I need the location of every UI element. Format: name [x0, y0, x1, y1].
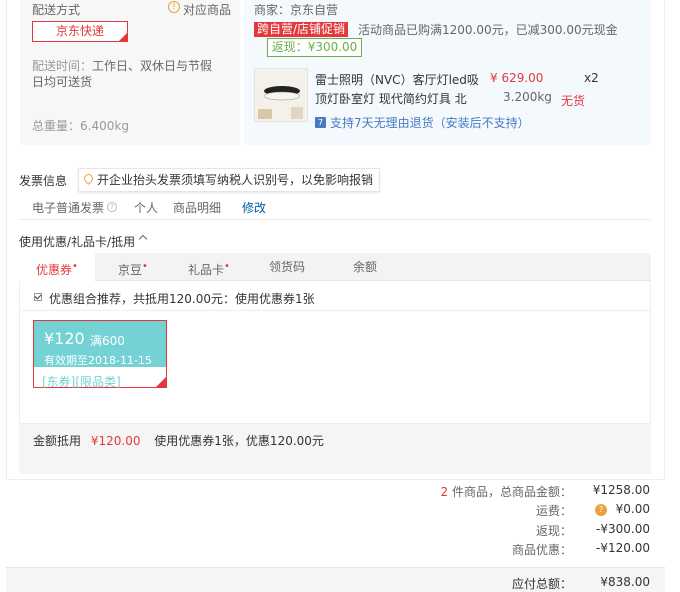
payable-label: 应付总额：: [511, 577, 572, 591]
tab-gift-card[interactable]: 礼品卡•: [171, 253, 247, 281]
rebate-label: 返现：: [535, 524, 572, 538]
divider: [19, 310, 651, 311]
ceiling-lamp-icon: [255, 69, 307, 121]
invoice-title: 发票信息: [19, 174, 68, 188]
tab-coupons[interactable]: 优惠券•: [19, 253, 95, 282]
divider: [19, 219, 651, 220]
coupon-summary: 金额抵用 ¥120.00 使用优惠券1张，优惠120.00元: [33, 432, 324, 449]
shipping-fee-label: 运费：: [535, 504, 572, 518]
coupon-validity: 有效期至2018-11-15: [44, 354, 152, 367]
invoice-type: 电子普通发票: [32, 201, 105, 215]
coupon-condition: 满600: [90, 334, 125, 348]
shipping-fee-value: ¥0.00: [615, 502, 650, 516]
invoice-modify-link[interactable]: 修改: [242, 199, 266, 216]
coupon-card[interactable]: ¥120 满600 有效期至2018-11-15 [东券][限品类]: [33, 320, 167, 389]
combo-recommendation: 优惠组合推荐，共抵用120.00元：使用优惠券1张: [49, 292, 315, 306]
product-price: ¥ 629.00: [490, 71, 544, 85]
shipping-method-label: 京东快递: [55, 24, 104, 38]
items-label: 件商品，总商品金额：: [451, 485, 572, 499]
items-count: 2: [440, 485, 449, 499]
coupon-card-header: ¥120 满600 有效期至2018-11-15: [34, 321, 166, 367]
invoice-tip-text: 开企业抬头发票须填写纳税人识别号，以免影响报销: [97, 173, 374, 187]
return-policy-icon: 7: [315, 117, 326, 128]
tab-jingdou[interactable]: 京豆•: [95, 253, 171, 281]
rebate-value: -¥300.00: [596, 522, 650, 536]
items-total-value: ¥1258.00: [592, 483, 650, 497]
help-icon[interactable]: ?: [107, 202, 117, 212]
coupon-section-title[interactable]: 使用优惠/礼品卡/抵用: [19, 233, 135, 250]
summary-amount: ¥120.00: [90, 434, 141, 448]
tab-balance[interactable]: 余额: [327, 253, 403, 281]
shipping-method-label: 配送方式: [32, 3, 81, 17]
delivery-time: 配送时间：工作日、双休日与节假日均可送货: [32, 58, 222, 90]
discount-value: -¥120.00: [596, 541, 650, 555]
summary-label: 金额抵用: [33, 434, 82, 448]
invoice-tip: 开企业抬头发票须填写纳税人识别号，以免影响报销: [78, 168, 381, 192]
total-weight-label: 总重量：: [32, 119, 81, 133]
stock-status: 无货: [561, 94, 586, 108]
matching-items-link[interactable]: 对应商品: [183, 1, 231, 18]
seller-name: 商家：京东自营: [254, 3, 339, 17]
shipping-method-button[interactable]: 京东快递: [32, 21, 128, 42]
product-name[interactable]: 雷士照明（NVC）客厅灯led吸顶灯卧室灯 现代简约灯具 北: [315, 71, 480, 109]
product-weight: 3.200kg: [503, 90, 552, 104]
warning-icon: !: [168, 1, 180, 13]
total-weight: 总重量：6.400kg: [32, 117, 129, 134]
coupon-tags: [东券][限品类]: [42, 375, 121, 389]
total-weight-value: 6.400kg: [80, 119, 129, 133]
promo-tag: 跨自营/店铺促销: [254, 22, 349, 37]
invoice-detail: 商品明细: [173, 201, 222, 215]
product-image[interactable]: [254, 68, 308, 122]
location-pin-icon: [82, 172, 95, 185]
coupon-amount: ¥120: [44, 329, 85, 348]
rebate-badge: 返现：¥300.00: [267, 38, 362, 57]
discount-label: 商品优惠：: [511, 543, 572, 557]
coupon-tabs: 优惠券• 京豆• 礼品卡• 领货码 余额: [19, 253, 651, 282]
payable-value: ¥838.00: [600, 575, 650, 589]
summary-text: 使用优惠券1张，优惠120.00元: [154, 434, 324, 448]
promo-text: 活动商品已购满1200.00元，已减300.00元现金: [358, 23, 618, 37]
selected-corner-icon: [156, 377, 166, 387]
return-policy-text: 支持7天无理由退货（安装后不支持）: [330, 116, 530, 130]
items-total-label: 2 件商品，总商品金额：: [380, 483, 572, 500]
tab-redeem-code[interactable]: 领货码: [247, 253, 327, 281]
selected-corner-icon: [119, 33, 127, 41]
delivery-time-label: 配送时间：: [32, 59, 93, 73]
invoice-person: 个人: [134, 201, 159, 215]
combo-checkbox[interactable]: [34, 293, 42, 301]
product-quantity: x2: [584, 71, 599, 85]
